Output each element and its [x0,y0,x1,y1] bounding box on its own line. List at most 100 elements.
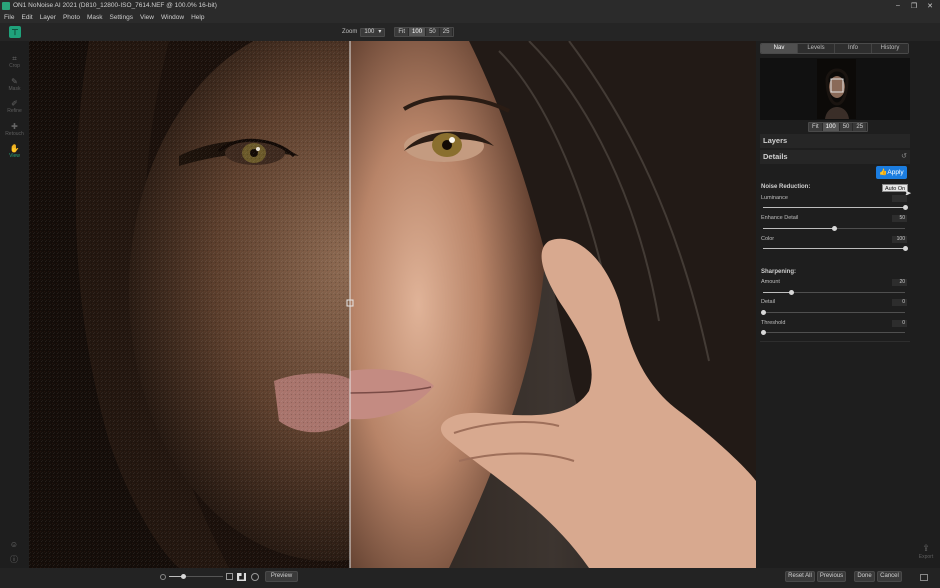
tool-retouch[interactable]: ✚ Retouch [0,122,29,137]
apply-button[interactable]: 👍Apply [876,166,907,179]
crop-icon: ⌗ [12,54,17,63]
help-icon[interactable]: ⓘ [9,554,19,564]
restore-icon[interactable]: ❐ [906,2,922,10]
tab-nav[interactable]: Nav [761,44,798,53]
nav-zoom-fit-button[interactable]: Fit [809,123,823,131]
user-icon[interactable]: ☺ [9,540,19,550]
slider-thumb[interactable] [789,290,795,295]
color-slider[interactable] [763,246,908,251]
menu-file[interactable]: File [4,14,14,21]
window-title: ON1 NoNoise AI 2021 (D810_12800-ISO_7614… [13,2,217,9]
preview-button[interactable]: Preview [265,571,298,582]
previous-button[interactable]: Previous [817,571,846,582]
refine-brush-icon: ✐ [11,99,18,108]
layers-label: Layers [763,136,788,145]
threshold-label: Threshold [761,320,786,326]
navigator-preview[interactable] [760,58,910,120]
hand-icon: ✋ [9,144,20,153]
split-view-icon[interactable]: ▟ [237,573,246,581]
zoom-50-button[interactable]: 50 [426,28,440,36]
retouch-icon: ✚ [11,122,18,131]
panel-toggle-icon[interactable] [920,574,928,581]
title-bar: ON1 NoNoise AI 2021 (D810_12800-ISO_7614… [0,0,940,11]
top-toolbar [0,23,940,41]
tool-crop[interactable]: ⌗ Crop [0,54,29,69]
enhance-detail-value[interactable]: 50 [892,215,907,222]
slider-thumb[interactable] [903,246,908,251]
details-label: Details [763,152,788,161]
tool-label: Retouch [5,131,24,137]
slider-thumb[interactable] [832,226,837,231]
chevron-down-icon: ▾ [378,28,382,35]
close-icon[interactable]: ✕ [922,2,938,10]
nav-zoom-100-button[interactable]: 100 [822,123,840,131]
tab-info[interactable]: Info [835,44,872,53]
reset-icon[interactable]: ↺ [901,150,907,164]
menu-bar: File Edit Layer Photo Mask Settings View… [0,11,940,23]
compare-icon[interactable] [251,573,259,581]
tool-label: Refine [7,108,22,114]
threshold-slider[interactable] [761,330,905,335]
slider-thumb[interactable] [761,310,766,315]
export-icon: ⇪ [922,543,930,553]
color-value[interactable]: 100 [892,236,907,243]
tool-label: Crop [9,63,20,69]
tool-mask[interactable]: ✎ Mask [0,77,29,92]
tool-refine[interactable]: ✐ Refine [0,99,29,114]
noise-reduction-label: Noise Reduction: [761,184,811,190]
slider-thumb[interactable] [181,574,186,579]
zoom-out-icon[interactable] [160,574,166,580]
details-section[interactable]: Details ↺ [760,150,910,164]
preview-size-slider[interactable] [169,574,223,579]
menu-window[interactable]: Window [161,14,184,21]
tool-view[interactable]: ✋ View [0,144,29,159]
portrait-image [29,41,756,568]
right-panel: Nav Levels Info History Fit 100 50 25 La… [756,41,940,568]
sharpening-label: Sharpening: [761,269,797,275]
tab-levels[interactable]: Levels [798,44,835,53]
zoom-presets: Fit 100 50 25 [394,27,455,37]
nav-zoom-25-button[interactable]: 25 [853,123,868,131]
slider-thumb[interactable] [903,205,908,210]
luminance-slider[interactable] [763,205,908,210]
zoom-25-button[interactable]: 25 [439,28,454,36]
enhance-detail-label: Enhance Detail [761,215,799,221]
menu-edit[interactable]: Edit [21,14,32,21]
amount-slider[interactable] [763,290,905,295]
color-label: Color [761,236,775,242]
cancel-button[interactable]: Cancel [877,571,902,582]
luminance-value[interactable] [892,195,907,202]
layers-section[interactable]: Layers [760,134,910,148]
zoom-dropdown[interactable]: 100 ▾ [360,27,386,37]
detail-label: Detail [761,299,776,305]
navigator-thumbnail [817,59,856,119]
reset-all-button[interactable]: Reset All [785,571,815,582]
single-view-icon[interactable] [226,573,233,580]
nav-zoom-50-button[interactable]: 50 [839,123,854,131]
zoom-fit-button[interactable]: Fit [395,28,410,36]
menu-photo[interactable]: Photo [63,14,80,21]
tool-label: View [9,153,20,159]
export-button[interactable]: ⇪ Export [916,543,936,560]
amount-value[interactable]: 20 [892,279,907,286]
zoom-controls: Zoom 100 ▾ Fit 100 50 25 [342,27,455,37]
menu-settings[interactable]: Settings [109,14,133,21]
detail-value[interactable]: 0 [892,299,907,306]
menu-layer[interactable]: Layer [40,14,56,21]
threshold-value[interactable]: 0 [892,320,907,327]
menu-mask[interactable]: Mask [87,14,103,21]
detail-slider[interactable] [761,310,905,315]
apply-label: Apply [887,169,904,176]
zoom-100-button[interactable]: 100 [409,28,427,36]
image-canvas[interactable] [29,41,756,568]
slider-thumb[interactable] [761,330,766,335]
tool-label: Mask [8,86,21,92]
minimize-icon[interactable]: – [890,2,906,9]
zoom-label: Zoom [342,29,358,35]
done-button[interactable]: Done [854,571,875,582]
menu-help[interactable]: Help [191,14,204,21]
enhance-detail-slider[interactable] [763,226,905,231]
app-icon [2,1,10,10]
menu-view[interactable]: View [140,14,154,21]
tab-history[interactable]: History [872,44,908,53]
